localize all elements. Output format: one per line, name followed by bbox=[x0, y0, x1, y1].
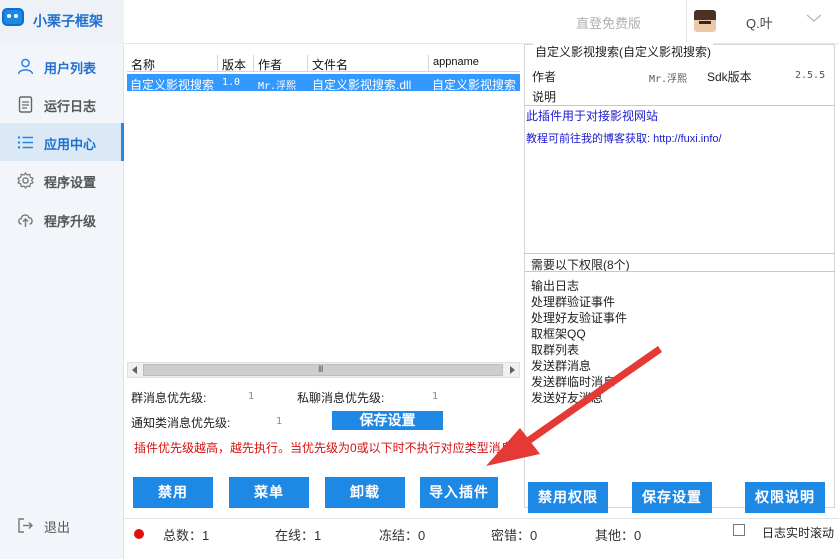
uninstall-button[interactable]: 卸载 bbox=[325, 477, 405, 508]
detail-author-value: Mr.浮熙 bbox=[649, 74, 688, 85]
divider bbox=[524, 253, 835, 254]
scrollbar-thumb[interactable]: III bbox=[143, 364, 503, 376]
permission-item[interactable]: 发送群消息 bbox=[531, 357, 591, 374]
sidebar-item-label: 程序升级 bbox=[44, 214, 97, 229]
sidebar-item-program-settings[interactable]: 程序设置 bbox=[0, 161, 124, 199]
avatar[interactable] bbox=[694, 10, 716, 32]
cell-filename: 自定义影视搜索.dll bbox=[312, 78, 412, 92]
private-priority-input[interactable]: 1 bbox=[432, 391, 438, 402]
detail-blog-link[interactable]: 教程可前往我的博客获取: http://fuxi.info/ bbox=[526, 130, 722, 146]
log-scroll-checkbox[interactable] bbox=[733, 524, 745, 536]
scroll-left-arrow-icon[interactable] bbox=[132, 366, 137, 374]
cloud-upload-icon bbox=[18, 214, 33, 227]
divider bbox=[524, 271, 835, 272]
permission-item[interactable]: 发送好友消息 bbox=[531, 389, 603, 406]
column-header-appname[interactable]: appname bbox=[433, 56, 479, 68]
sidebar: 用户列表 运行日志 应用中心 程序设置 程序升级 退出 bbox=[0, 44, 124, 559]
cell-author: Mr.浮熙 bbox=[258, 81, 297, 92]
chevron-down-icon[interactable] bbox=[806, 10, 822, 26]
exit-icon bbox=[18, 518, 33, 533]
sidebar-item-run-log[interactable]: 运行日志 bbox=[0, 85, 124, 123]
save-settings-button[interactable]: 保存设置 bbox=[632, 482, 712, 513]
group-priority-label: 群消息优先级: bbox=[131, 391, 207, 405]
sidebar-item-label: 用户列表 bbox=[44, 61, 97, 76]
detail-description-line: 此插件用于对接影视网站 bbox=[526, 109, 659, 123]
divider bbox=[524, 105, 835, 106]
permission-item[interactable]: 输出日志 bbox=[531, 277, 579, 294]
cell-appname: 自定义影视搜索 bbox=[432, 78, 517, 92]
status-dot-icon bbox=[134, 529, 144, 539]
sidebar-item-program-upgrade[interactable]: 程序升级 bbox=[0, 200, 124, 238]
detail-title: 自定义影视搜索(自定义影视搜索) bbox=[533, 43, 713, 60]
status-password-error: 密错：0 bbox=[491, 528, 538, 543]
table-row[interactable]: 自定义影视搜索 1.0 Mr.浮熙 自定义影视搜索.dll 自定义影视搜索 bbox=[127, 74, 520, 92]
document-icon bbox=[18, 96, 33, 113]
exit-button[interactable]: 退出 bbox=[0, 506, 124, 544]
cell-name: 自定义影视搜索 bbox=[130, 78, 215, 92]
disable-permission-button[interactable]: 禁用权限 bbox=[528, 482, 608, 513]
status-total: 总数：1 bbox=[163, 528, 210, 543]
sidebar-item-label: 程序设置 bbox=[44, 175, 97, 190]
list-icon bbox=[17, 136, 33, 149]
direct-login-free-link[interactable]: 直登免费版 bbox=[576, 13, 641, 32]
status-online: 在线：1 bbox=[275, 528, 322, 543]
column-header-filename[interactable]: 文件名 bbox=[312, 56, 348, 73]
app-title: 小栗子框架 bbox=[33, 13, 103, 29]
app-logo-icon bbox=[2, 8, 24, 26]
column-header-author[interactable]: 作者 bbox=[258, 56, 282, 73]
disable-button[interactable]: 禁用 bbox=[133, 477, 213, 508]
column-header-name[interactable]: 名称 bbox=[131, 56, 155, 73]
sidebar-item-user-list[interactable]: 用户列表 bbox=[0, 47, 124, 85]
horizontal-scrollbar[interactable]: III bbox=[127, 362, 520, 378]
exit-label: 退出 bbox=[44, 520, 71, 535]
top-bar: 直登免费版 Q.叶 bbox=[124, 0, 839, 44]
log-scroll-label[interactable]: 日志实时滚动 bbox=[762, 524, 834, 541]
import-plugin-button[interactable]: 导入插件 bbox=[420, 477, 498, 508]
permission-item[interactable]: 发送群临时消息 bbox=[531, 373, 615, 390]
permission-item[interactable]: 处理群验证事件 bbox=[531, 293, 615, 310]
sidebar-item-label: 应用中心 bbox=[44, 137, 97, 152]
permission-item[interactable]: 取群列表 bbox=[531, 341, 579, 358]
notice-priority-label: 通知类消息优先级: bbox=[131, 416, 231, 430]
detail-sdk-label: Sdk版本 bbox=[707, 70, 752, 84]
save-priority-button[interactable]: 保存设置 bbox=[332, 411, 443, 430]
logo-area: 小栗子框架 bbox=[0, 0, 124, 44]
status-other: 其他：0 bbox=[595, 528, 642, 543]
top-divider bbox=[686, 0, 687, 44]
detail-sdk-value: 2.5.5 bbox=[795, 70, 826, 81]
plugin-table-header: 名称 版本 作者 文件名 appname bbox=[127, 54, 520, 72]
sidebar-item-label: 运行日志 bbox=[44, 99, 97, 114]
notice-priority-input[interactable]: 1 bbox=[276, 416, 282, 427]
priority-note: 插件优先级越高，越先执行。当优先级为0或以下时不执行对应类型消息 bbox=[134, 441, 513, 455]
user-icon bbox=[17, 58, 34, 75]
menu-button[interactable]: 菜单 bbox=[229, 477, 309, 508]
permission-help-button[interactable]: 权限说明 bbox=[745, 482, 825, 513]
column-header-version[interactable]: 版本 bbox=[222, 56, 246, 73]
cell-version: 1.0 bbox=[222, 77, 241, 88]
detail-description-label: 说明 bbox=[532, 90, 557, 104]
scrollbar-grip-icon: III bbox=[318, 364, 323, 374]
gear-icon bbox=[17, 172, 34, 189]
permission-item[interactable]: 取框架QQ bbox=[531, 325, 586, 342]
sidebar-item-app-center[interactable]: 应用中心 bbox=[0, 123, 124, 161]
permission-item[interactable]: 处理好友验证事件 bbox=[531, 309, 627, 326]
status-frozen: 冻结：0 bbox=[379, 528, 426, 543]
user-name[interactable]: Q.叶 bbox=[746, 13, 773, 32]
detail-author-label: 作者 bbox=[532, 70, 557, 84]
private-priority-label: 私聊消息优先级: bbox=[297, 391, 385, 405]
scroll-right-arrow-icon[interactable] bbox=[510, 366, 515, 374]
status-bar bbox=[124, 518, 839, 559]
group-priority-input[interactable]: 1 bbox=[248, 391, 254, 402]
